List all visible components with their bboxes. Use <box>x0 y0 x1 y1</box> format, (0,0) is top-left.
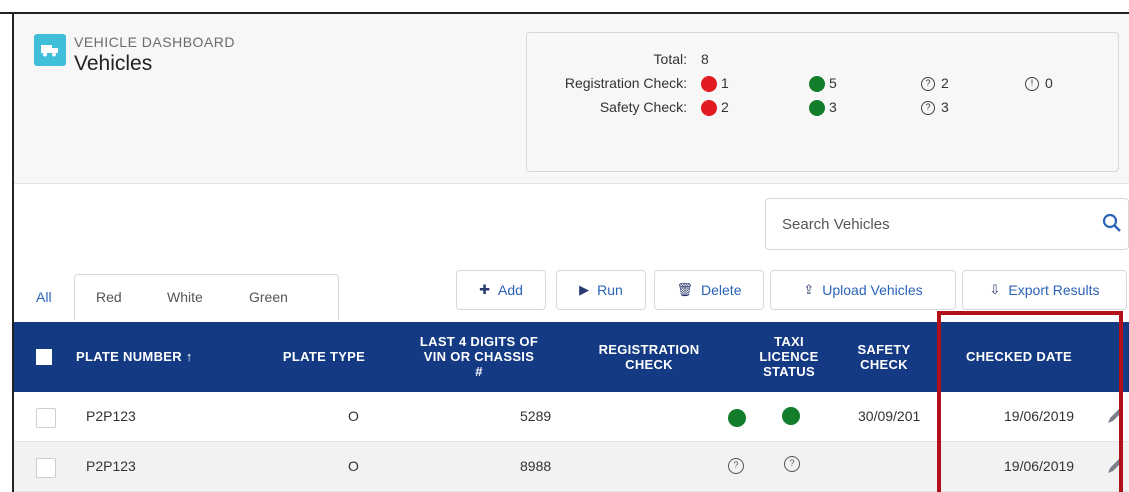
page-header: VEHICLE DASHBOARD Vehicles Total: 8 Regi… <box>14 14 1129 184</box>
tab-green[interactable]: Green <box>249 274 288 320</box>
col-safety-line2: CHECK <box>860 357 908 372</box>
plate-number-cell: P2P123 <box>86 458 136 474</box>
tab-white[interactable]: White <box>167 274 203 320</box>
delete-label: Delete <box>701 282 742 298</box>
download-icon: ⇩ <box>989 282 1001 297</box>
question-icon: ? <box>784 456 800 472</box>
col-taxi-licence-status[interactable]: TAXI LICENCE STATUS <box>744 334 834 379</box>
upload-label: Upload Vehicles <box>822 282 923 298</box>
col-vin-line1: LAST 4 DIGITS OF <box>419 334 539 349</box>
registration-green-icon <box>728 409 746 427</box>
col-safety-check[interactable]: SAFETY CHECK <box>844 342 924 372</box>
col-taxi-line1: TAXI <box>774 334 804 349</box>
plate-type-cell: O <box>348 458 359 474</box>
col-registration-check[interactable]: REGISTRATION CHECK <box>574 342 724 372</box>
registration-red-count: 1 <box>721 75 729 91</box>
registration-info-count: 0 <box>1045 75 1053 91</box>
taxi-green-icon <box>782 407 800 425</box>
plus-icon: ✚ <box>479 282 490 297</box>
col-plate-number[interactable]: PLATE NUMBER ↑ <box>76 349 196 364</box>
col-reg-line2: CHECK <box>625 357 673 372</box>
registration-green-count: 5 <box>829 75 837 91</box>
safety-check-label: Safety Check: <box>599 99 687 115</box>
summary-panel: Total: 8 Registration Check: 1 5 ? 2 ! 0… <box>526 32 1119 172</box>
truck-icon <box>34 34 66 66</box>
vin-cell: 5289 <box>520 408 552 424</box>
page-eyebrow: VEHICLE DASHBOARD <box>74 34 235 50</box>
row-checkbox[interactable] <box>36 458 56 478</box>
col-reg-line1: REGISTRATION <box>598 342 700 357</box>
export-label: Export Results <box>1008 282 1100 298</box>
row-checkbox[interactable] <box>36 408 56 428</box>
select-all-checkbox[interactable] <box>36 349 52 365</box>
info-icon: ! <box>1025 77 1039 91</box>
safety-unknown-count: 3 <box>941 99 949 115</box>
total-label: Total: <box>653 51 687 67</box>
question-icon: ? <box>921 77 935 91</box>
add-button[interactable]: ✚ Add <box>456 270 546 310</box>
checked-date-highlight-box <box>937 311 1123 492</box>
red-status-icon <box>701 76 717 92</box>
red-status-icon <box>701 100 717 116</box>
export-results-button[interactable]: ⇩ Export Results <box>962 270 1127 310</box>
col-vin[interactable]: LAST 4 DIGITS OF VIN OR CHASSIS # <box>404 334 554 379</box>
col-safety-line1: SAFETY <box>857 342 911 357</box>
registration-unknown-count: 2 <box>941 75 949 91</box>
tab-red[interactable]: Red <box>96 274 122 320</box>
vin-cell: 8988 <box>520 458 552 474</box>
col-plate-type[interactable]: PLATE TYPE <box>264 349 384 364</box>
run-label: Run <box>597 282 623 298</box>
registration-check-label: Registration Check: <box>564 75 687 91</box>
search-icon[interactable] <box>1102 213 1122 233</box>
search-placeholder: Search Vehicles <box>782 216 890 233</box>
col-taxi-line3: STATUS <box>763 364 815 379</box>
plate-number-cell: P2P123 <box>86 408 136 424</box>
trash-icon: 🗑 <box>676 282 694 297</box>
col-vin-line2: VIN OR CHASSIS <box>423 349 535 364</box>
safety-green-count: 3 <box>829 99 837 115</box>
plate-type-cell: O <box>348 408 359 424</box>
total-value: 8 <box>701 51 709 67</box>
search-input[interactable]: Search Vehicles <box>765 198 1129 250</box>
question-icon: ? <box>728 458 744 474</box>
upload-vehicles-button[interactable]: ⇪ Upload Vehicles <box>770 270 956 310</box>
play-icon: ▶ <box>579 282 590 297</box>
col-vin-line3: # <box>475 364 483 379</box>
upload-icon: ⇪ <box>803 282 815 297</box>
col-taxi-line2: LICENCE <box>759 349 819 364</box>
safety-check-cell: 30/09/201 <box>858 408 921 424</box>
delete-button[interactable]: 🗑 Delete <box>654 270 764 310</box>
green-status-icon <box>809 76 825 92</box>
run-button[interactable]: ▶ Run <box>556 270 646 310</box>
page-title: Vehicles <box>74 52 153 75</box>
question-icon: ? <box>921 101 935 115</box>
green-status-icon <box>809 100 825 116</box>
tab-all[interactable]: All <box>36 274 52 320</box>
add-label: Add <box>497 282 523 298</box>
safety-red-count: 2 <box>721 99 729 115</box>
